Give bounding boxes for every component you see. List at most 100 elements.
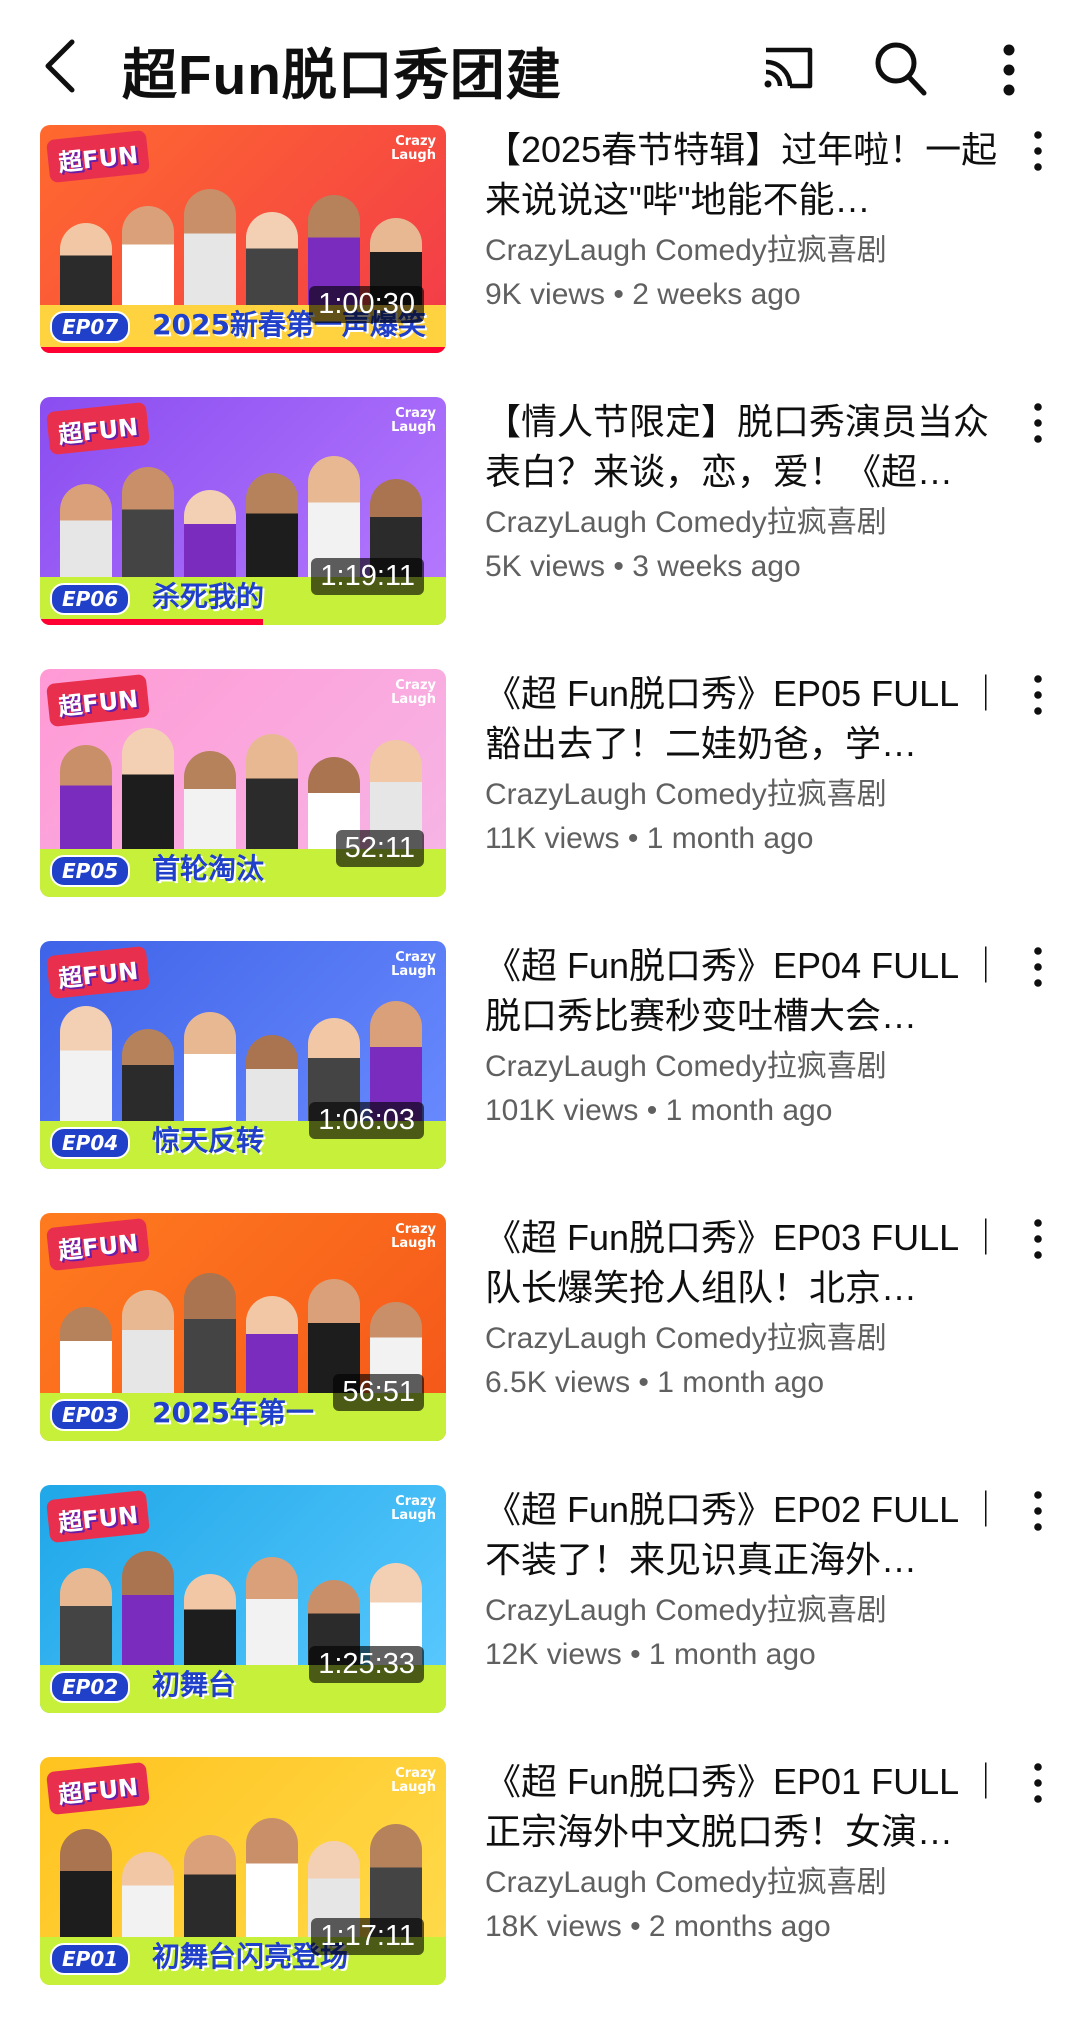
thumbnail-person [60, 223, 112, 313]
thumbnail-person [122, 206, 174, 313]
video-meta: 《超 Fun脱口秀》EP04 FULL ｜脱口秀比赛秒变吐槽大会… CrazyL… [485, 941, 1010, 1133]
video-list-item[interactable]: 超FUN Crazy Laugh EP01 初舞台闪亮登场 1:17:11 《超 … [0, 1757, 1080, 1987]
video-thumbnail[interactable]: 超FUN Crazy Laugh EP05 首轮淘汰 52:11 [40, 669, 446, 897]
duration-badge: 56:51 [333, 1374, 424, 1411]
episode-badge: EP07 [50, 311, 131, 343]
thumbnail-person [246, 1296, 298, 1401]
video-title[interactable]: 《超 Fun脱口秀》EP05 FULL ｜豁出去了！二娃奶爸，学… [485, 669, 1010, 769]
episode-badge: EP04 [50, 1127, 131, 1159]
crazylaugh-logo: Crazy Laugh [391, 1222, 436, 1251]
thumbnail-person [122, 1290, 174, 1401]
crazylaugh-logo: Crazy Laugh [391, 678, 436, 707]
view-count: 12K views [485, 1638, 622, 1671]
more-vert-icon[interactable] [1026, 1489, 1050, 1533]
channel-name[interactable]: CrazyLaugh Comedy拉疯喜剧 [485, 1045, 1010, 1089]
thumbnail-person [122, 1029, 174, 1129]
video-meta: 《超 Fun脱口秀》EP05 FULL ｜豁出去了！二娃奶爸，学… CrazyL… [485, 669, 1010, 861]
view-count: 9K views [485, 278, 606, 311]
search-icon[interactable] [872, 38, 928, 98]
thumbnail-person [246, 1557, 298, 1673]
back-arrow-icon[interactable] [38, 36, 88, 96]
video-stats: 9K views • 2 weeks ago [485, 278, 801, 311]
video-meta: 《超 Fun脱口秀》EP01 FULL ｜正宗海外中文脱口秀！女演… Crazy… [485, 1757, 1010, 1949]
thumbnail-person [60, 484, 112, 585]
thumbnail-person [246, 734, 298, 857]
video-list-item[interactable]: 超FUN Crazy Laugh EP06 杀死我的 1:19:11 【情人节限定… [0, 397, 1080, 627]
video-list-item[interactable]: 超FUN Crazy Laugh EP04 惊天反转 1:06:03 《超 Fun… [0, 941, 1080, 1171]
episode-badge: EP05 [50, 855, 131, 887]
more-vert-icon[interactable] [1026, 1217, 1050, 1261]
video-stats: 18K views • 2 months ago [485, 1910, 831, 1943]
thumbnail-person [184, 1835, 236, 1945]
thumbnail-person [246, 1035, 298, 1129]
duration-badge: 1:19:11 [311, 558, 424, 595]
video-thumbnail[interactable]: 超FUN Crazy Laugh EP07 2025新春第一声爆笑 1:00:30 [40, 125, 446, 353]
video-thumbnail[interactable]: 超FUN Crazy Laugh EP01 初舞台闪亮登场 1:17:11 [40, 1757, 446, 1985]
channel-name[interactable]: CrazyLaugh Comedy拉疯喜剧 [485, 1317, 1010, 1361]
cast-icon[interactable] [760, 40, 816, 96]
duration-badge: 1:06:03 [309, 1102, 424, 1139]
channel-name[interactable]: CrazyLaugh Comedy拉疯喜剧 [485, 1589, 1010, 1633]
page-title: 超Fun脱口秀团建 [122, 44, 562, 106]
thumbnail-person [246, 473, 298, 585]
view-count: 101K views [485, 1094, 639, 1127]
video-title[interactable]: 【2025春节特辑】过年啦！一起来说说这"哔"地能不能… [485, 125, 1010, 225]
thumbnail-person [184, 490, 236, 585]
channel-name[interactable]: CrazyLaugh Comedy拉疯喜剧 [485, 1861, 1010, 1905]
duration-badge: 1:17:11 [311, 1918, 424, 1955]
more-vert-icon[interactable] [1026, 401, 1050, 445]
video-list-item[interactable]: 超FUN Crazy Laugh EP07 2025新春第一声爆笑 1:00:30… [0, 125, 1080, 355]
upload-age: 2 weeks ago [632, 278, 801, 311]
thumbnail-person [122, 1551, 174, 1673]
thumbnail-tagline: 2025年第一 [152, 1396, 314, 1429]
video-list-item[interactable]: 超FUN Crazy Laugh EP05 首轮淘汰 52:11 《超 Fun脱口… [0, 669, 1080, 899]
thumbnail-person [184, 1012, 236, 1129]
more-vert-icon[interactable] [1026, 673, 1050, 717]
duration-badge: 52:11 [335, 830, 424, 867]
video-thumbnail[interactable]: 超FUN Crazy Laugh EP04 惊天反转 1:06:03 [40, 941, 446, 1169]
video-meta: 【2025春节特辑】过年啦！一起来说说这"哔"地能不能… CrazyLaugh … [485, 125, 1010, 317]
thumbnail-tagline: 初舞台 [152, 1668, 237, 1701]
upload-age: 1 month ago [648, 1638, 816, 1671]
video-title[interactable]: 《超 Fun脱口秀》EP03 FULL ｜队长爆笑抢人组队！北京… [485, 1213, 1010, 1313]
thumbnail-tagline: 惊天反转 [152, 1124, 265, 1157]
crazylaugh-logo: Crazy Laugh [391, 950, 436, 979]
video-stats: 101K views • 1 month ago [485, 1094, 833, 1127]
video-meta: 《超 Fun脱口秀》EP03 FULL ｜队长爆笑抢人组队！北京… CrazyL… [485, 1213, 1010, 1405]
thumbnail-person [60, 745, 112, 857]
episode-badge: EP01 [50, 1943, 131, 1975]
thumbnail-person [184, 189, 236, 313]
video-title[interactable]: 《超 Fun脱口秀》EP01 FULL ｜正宗海外中文脱口秀！女演… [485, 1757, 1010, 1857]
video-title[interactable]: 【情人节限定】脱口秀演员当众表白？来谈，恋，爱！《超… [485, 397, 1010, 497]
upload-age: 2 months ago [648, 1910, 831, 1943]
video-thumbnail[interactable]: 超FUN Crazy Laugh EP03 2025年第一 56:51 [40, 1213, 446, 1441]
thumbnail-person [122, 467, 174, 585]
upload-age: 1 month ago [646, 822, 814, 855]
video-list-item[interactable]: 超FUN Crazy Laugh EP03 2025年第一 56:51 《超 Fu… [0, 1213, 1080, 1443]
thumbnail-person [246, 1818, 298, 1945]
thumbnail-person [184, 1273, 236, 1401]
thumbnail-person [122, 1852, 174, 1945]
more-vert-icon[interactable] [1026, 945, 1050, 989]
video-title[interactable]: 《超 Fun脱口秀》EP02 FULL ｜不装了！来见识真正海外… [485, 1485, 1010, 1585]
more-vert-icon[interactable] [1026, 129, 1050, 173]
channel-name[interactable]: CrazyLaugh Comedy拉疯喜剧 [485, 773, 1010, 817]
thumbnail-person [60, 1006, 112, 1129]
duration-badge: 1:25:33 [309, 1646, 424, 1683]
video-stats: 11K views • 1 month ago [485, 822, 814, 855]
crazylaugh-logo: Crazy Laugh [391, 1766, 436, 1795]
top-app-bar: 超Fun脱口秀团建 [0, 0, 1080, 125]
thumbnail-person [60, 1307, 112, 1401]
view-count: 11K views [485, 822, 620, 855]
watch-progress-bar [40, 619, 264, 625]
video-thumbnail[interactable]: 超FUN Crazy Laugh EP06 杀死我的 1:19:11 [40, 397, 446, 625]
video-list-item[interactable]: 超FUN Crazy Laugh EP02 初舞台 1:25:33 《超 Fun脱… [0, 1485, 1080, 1715]
channel-name[interactable]: CrazyLaugh Comedy拉疯喜剧 [485, 501, 1010, 545]
duration-badge: 1:00:30 [309, 286, 424, 323]
video-thumbnail[interactable]: 超FUN Crazy Laugh EP02 初舞台 1:25:33 [40, 1485, 446, 1713]
channel-name[interactable]: CrazyLaugh Comedy拉疯喜剧 [485, 229, 1010, 273]
more-vert-icon[interactable] [1026, 1761, 1050, 1805]
more-vert-icon[interactable] [992, 42, 1026, 98]
video-title[interactable]: 《超 Fun脱口秀》EP04 FULL ｜脱口秀比赛秒变吐槽大会… [485, 941, 1010, 1041]
video-stats: 12K views • 1 month ago [485, 1638, 816, 1671]
